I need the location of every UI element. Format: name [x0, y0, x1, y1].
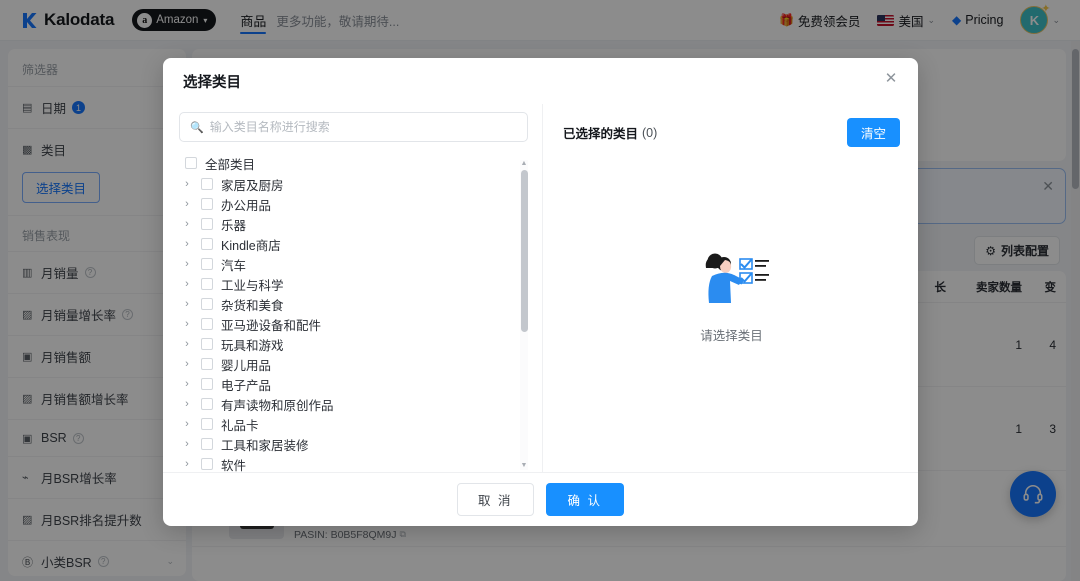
confirm-button[interactable]: 确 认 — [545, 483, 624, 516]
scrollbar-thumb[interactable] — [520, 170, 528, 332]
chevron-right-icon[interactable]: › — [181, 458, 193, 470]
category-list: 全部类目 › 家居及厨房 › 办公用品 › 乐器 › Kindle商店 › 汽车… — [179, 152, 528, 472]
category-label: 玩具和游戏 — [221, 338, 284, 353]
category-select-modal: 选择类目 ✕ 🔍 全部类目 › 家居及厨房 — [163, 58, 918, 526]
category-label: 婴儿用品 — [221, 358, 272, 373]
chevron-right-icon[interactable]: › — [181, 298, 193, 310]
modal-title: 选择类目 — [183, 74, 241, 91]
checkbox[interactable] — [201, 358, 213, 370]
category-item[interactable]: › 亚马逊设备和配件 — [179, 314, 514, 334]
modal-header: 选择类目 ✕ — [163, 58, 918, 104]
selected-title: 已选择的类目 — [563, 127, 639, 141]
chevron-right-icon[interactable]: › — [181, 178, 193, 190]
chevron-right-icon[interactable]: › — [181, 418, 193, 430]
category-label: 乐器 — [221, 218, 247, 233]
chevron-right-icon[interactable]: › — [181, 238, 193, 250]
category-list-scrollbar[interactable]: ▲ ▼ — [520, 160, 528, 470]
category-label: 汽车 — [221, 258, 247, 273]
scroll-up-icon[interactable]: ▲ — [521, 160, 528, 168]
category-label: 杂货和美食 — [221, 298, 284, 313]
checkbox[interactable] — [201, 458, 213, 470]
empty-state: 请选择类目 — [563, 147, 900, 472]
checkbox[interactable] — [201, 318, 213, 330]
category-label: 亚马逊设备和配件 — [221, 318, 322, 333]
checkbox[interactable] — [201, 418, 213, 430]
cancel-button[interactable]: 取 消 — [457, 483, 534, 516]
category-label: 软件 — [221, 458, 247, 473]
chevron-right-icon[interactable]: › — [181, 318, 193, 330]
category-label: 办公用品 — [221, 198, 272, 213]
chevron-right-icon[interactable]: › — [181, 218, 193, 230]
selected-header: 已选择的类目 (0) 清空 — [563, 118, 900, 147]
checkbox[interactable] — [201, 378, 213, 390]
category-item[interactable]: › 有声读物和原创作品 — [179, 394, 514, 414]
category-item[interactable]: › 玩具和游戏 — [179, 334, 514, 354]
category-item[interactable]: › 办公用品 — [179, 194, 514, 214]
checkbox[interactable] — [201, 278, 213, 290]
selected-categories-panel: 已选择的类目 (0) 清空 请选择类目 — [543, 104, 918, 472]
category-item[interactable]: › 婴儿用品 — [179, 354, 514, 374]
scroll-down-icon[interactable]: ▼ — [521, 462, 528, 470]
scrollbar-track[interactable] — [520, 168, 528, 462]
checkbox[interactable] — [201, 338, 213, 350]
category-label: 礼品卡 — [221, 418, 259, 433]
category-item[interactable]: › 电子产品 — [179, 374, 514, 394]
category-item[interactable]: › 工业与科学 — [179, 274, 514, 294]
checkbox[interactable] — [201, 218, 213, 230]
chevron-right-icon[interactable]: › — [181, 338, 193, 350]
category-item[interactable]: › 家居及厨房 — [179, 174, 514, 194]
chevron-right-icon[interactable]: › — [181, 198, 193, 210]
category-item-all[interactable]: 全部类目 — [179, 152, 514, 174]
category-search[interactable]: 🔍 — [179, 112, 528, 142]
checkbox[interactable] — [201, 438, 213, 450]
empty-illustration-icon — [694, 250, 770, 311]
selected-count: (0) — [642, 125, 658, 140]
category-item[interactable]: › 软件 — [179, 454, 514, 472]
checkbox[interactable] — [201, 178, 213, 190]
category-item[interactable]: › 乐器 — [179, 214, 514, 234]
chevron-right-icon[interactable]: › — [181, 258, 193, 270]
chevron-right-icon[interactable]: › — [181, 438, 193, 450]
chevron-right-icon[interactable]: › — [181, 278, 193, 290]
category-label: 工业与科学 — [221, 278, 284, 293]
category-item[interactable]: › Kindle商店 — [179, 234, 514, 254]
category-item[interactable]: › 礼品卡 — [179, 414, 514, 434]
checkbox[interactable] — [185, 157, 197, 169]
category-item[interactable]: › 杂货和美食 — [179, 294, 514, 314]
category-label: Kindle商店 — [221, 238, 281, 253]
chevron-right-icon[interactable]: › — [181, 378, 193, 390]
search-icon: 🔍 — [190, 121, 204, 134]
modal-body: 🔍 全部类目 › 家居及厨房 › — [163, 104, 918, 472]
category-label: 有声读物和原创作品 — [221, 398, 334, 413]
category-tree-panel: 🔍 全部类目 › 家居及厨房 › — [163, 104, 543, 472]
checkbox[interactable] — [201, 398, 213, 410]
clear-button[interactable]: 清空 — [846, 118, 900, 147]
category-label: 家居及厨房 — [221, 178, 284, 193]
category-item[interactable]: › 工具和家居装修 — [179, 434, 514, 454]
chevron-right-icon[interactable]: › — [181, 398, 193, 410]
checkbox[interactable] — [201, 198, 213, 210]
category-label: 电子产品 — [221, 378, 272, 393]
modal-footer: 取 消 确 认 — [163, 472, 918, 526]
empty-state-text: 请选择类目 — [700, 328, 763, 343]
checkbox[interactable] — [201, 258, 213, 270]
search-input[interactable] — [209, 120, 517, 134]
checkbox[interactable] — [201, 298, 213, 310]
chevron-right-icon[interactable]: › — [181, 358, 193, 370]
checkbox[interactable] — [201, 238, 213, 250]
close-icon[interactable]: ✕ — [880, 67, 902, 89]
category-label: 全部类目 — [205, 157, 256, 172]
category-label: 工具和家居装修 — [221, 438, 309, 453]
category-item[interactable]: › 汽车 — [179, 254, 514, 274]
